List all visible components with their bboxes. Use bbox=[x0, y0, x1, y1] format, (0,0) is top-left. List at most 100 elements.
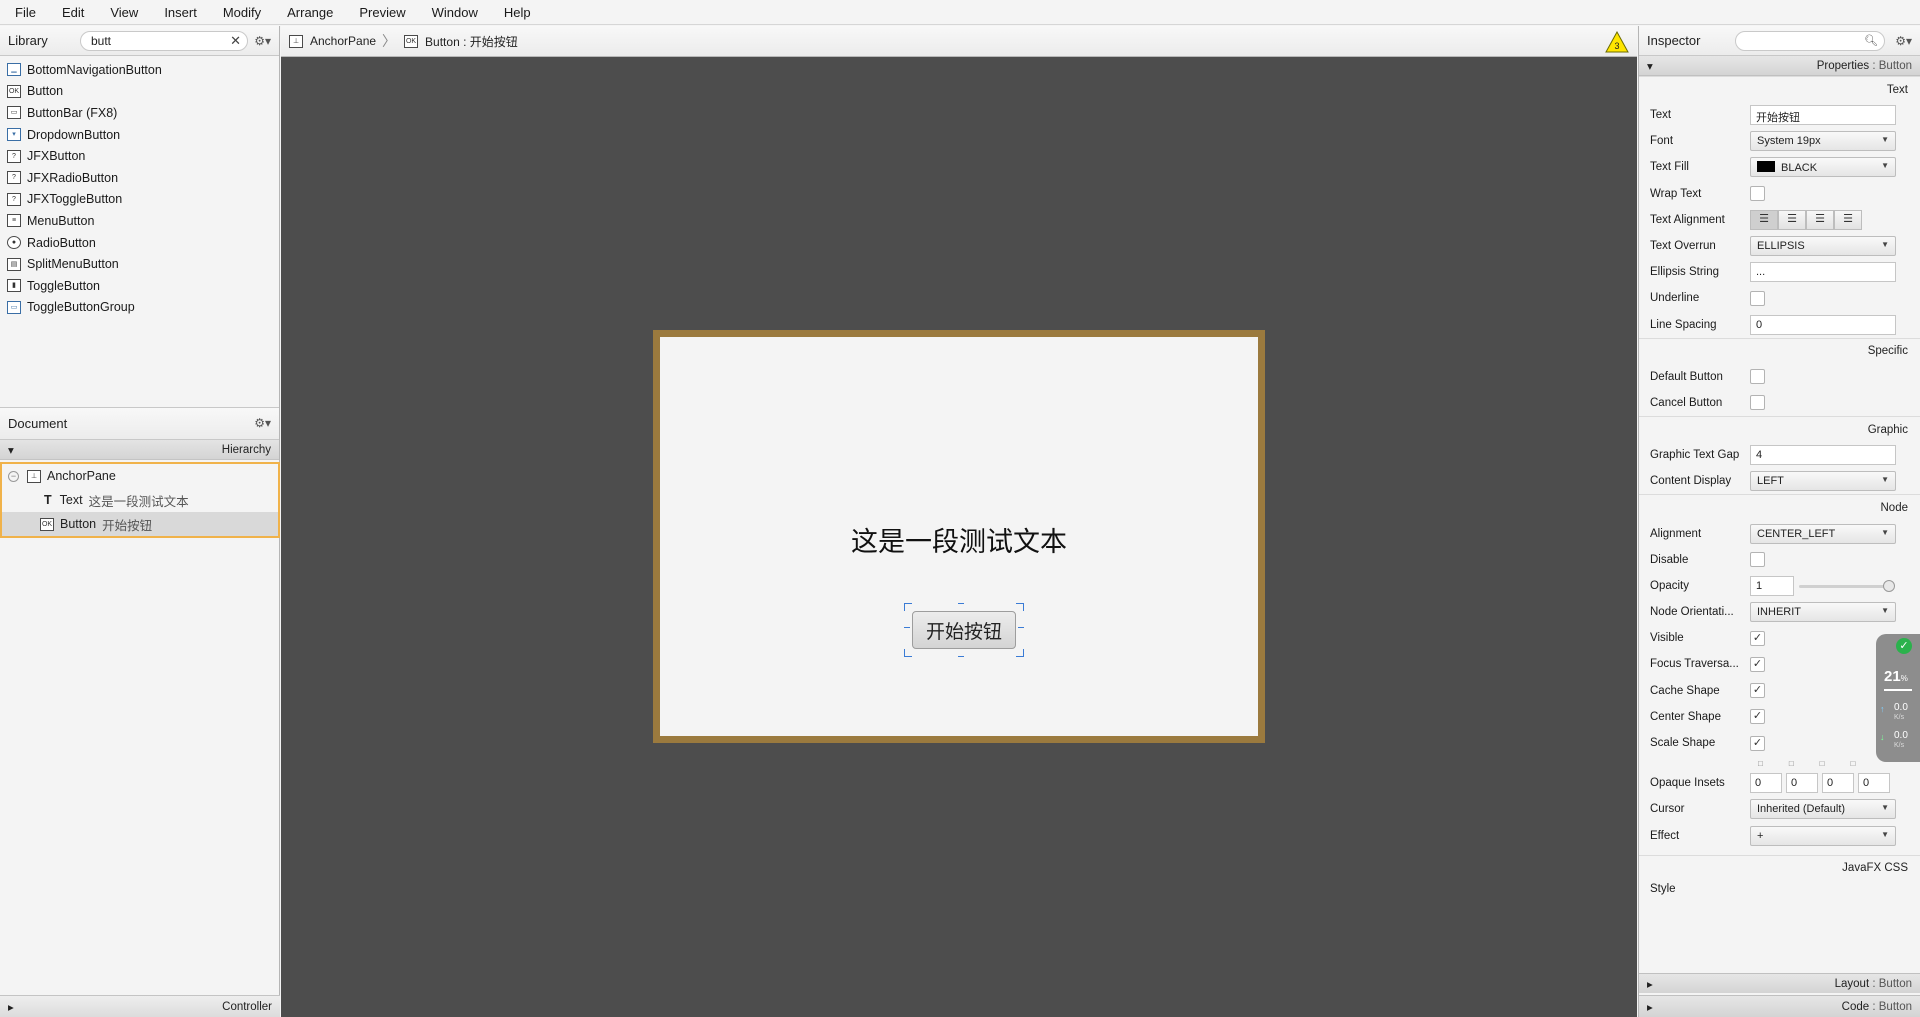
layout-bar[interactable]: ▸ Layout : Button bbox=[1639, 973, 1920, 993]
selection-handle[interactable] bbox=[904, 603, 912, 611]
center-shape-checkbox[interactable]: ✓ bbox=[1750, 709, 1765, 725]
library-item[interactable]: OK Button bbox=[0, 81, 279, 103]
inspector-gear-icon[interactable]: ⚙▾ bbox=[1895, 34, 1912, 48]
align-center-icon[interactable]: ☰ bbox=[1778, 209, 1806, 230]
radio-button-icon: ● bbox=[7, 236, 21, 250]
tree-item-button[interactable]: OK Button 开始按钮 bbox=[2, 512, 278, 536]
prop-default-button: Default Button bbox=[1639, 364, 1920, 390]
scale-shape-checkbox[interactable]: ✓ bbox=[1750, 735, 1765, 751]
code-bar[interactable]: ▸ Code : Button bbox=[1639, 995, 1920, 1017]
selection-handle[interactable] bbox=[904, 627, 910, 629]
clear-search-icon[interactable]: ✕ bbox=[230, 33, 241, 49]
document-gear-icon[interactable]: ⚙▾ bbox=[254, 416, 271, 430]
expand-triangle-icon[interactable]: ▸ bbox=[1647, 1000, 1653, 1014]
upload-unit: K/s bbox=[1894, 714, 1905, 721]
wrap-text-checkbox[interactable] bbox=[1750, 186, 1765, 202]
menu-insert[interactable]: Insert bbox=[164, 5, 197, 20]
selection-handle[interactable] bbox=[1018, 627, 1024, 629]
inspector-search-input[interactable]: 🔍︎ bbox=[1735, 31, 1885, 51]
disable-checkbox[interactable] bbox=[1750, 552, 1765, 568]
tree-item-type: Text bbox=[59, 493, 83, 507]
canvas-start-button[interactable]: 开始按钮 bbox=[912, 611, 1016, 649]
library-item[interactable]: ≡ MenuButton bbox=[0, 210, 279, 232]
node-orientation-select[interactable]: INHERIT ▼ bbox=[1750, 602, 1896, 623]
menu-window[interactable]: Window bbox=[432, 5, 478, 20]
library-item[interactable]: ▁ BottomNavigationButton bbox=[0, 59, 279, 81]
library-item[interactable]: ▭ ButtonBar (FX8) bbox=[0, 102, 279, 124]
properties-bar[interactable]: ▾ Properties : Button bbox=[1639, 56, 1920, 76]
library-item[interactable]: ? JFXToggleButton bbox=[0, 189, 279, 211]
align-justify-icon[interactable]: ☰ bbox=[1834, 209, 1862, 230]
library-item[interactable]: ▭ ToggleButtonGroup bbox=[0, 297, 279, 319]
network-monitor-widget[interactable]: ✓ 21% ↑ 0.0 K/s ↓ 0.0 K/s bbox=[1876, 634, 1920, 762]
library-item[interactable]: ● RadioButton bbox=[0, 232, 279, 254]
effect-select[interactable]: + ▼ bbox=[1750, 825, 1896, 846]
library-search-input[interactable]: butt ✕ bbox=[80, 31, 248, 51]
collapse-triangle-icon[interactable]: ▾ bbox=[1647, 59, 1653, 73]
selection-handle[interactable] bbox=[1016, 603, 1024, 611]
upload-arrow-icon: ↑ bbox=[1880, 704, 1885, 714]
prop-effect: Effect + ▼ bbox=[1639, 823, 1920, 849]
inset-top-field[interactable]: 0 bbox=[1750, 773, 1782, 794]
inset-left-field[interactable]: 0 bbox=[1858, 773, 1890, 794]
canvas-text[interactable]: 这是一段测试文本 bbox=[660, 520, 1258, 559]
inset-bottom-field[interactable]: 0 bbox=[1822, 773, 1854, 794]
collapse-icon[interactable]: − bbox=[8, 470, 19, 482]
menu-preview[interactable]: Preview bbox=[359, 5, 405, 20]
selection-handle[interactable] bbox=[904, 649, 912, 657]
library-gear-icon[interactable]: ⚙▾ bbox=[254, 34, 271, 48]
controller-bar[interactable]: ▸ Controller bbox=[0, 995, 280, 1017]
hierarchy-bar[interactable]: ▾ Hierarchy bbox=[0, 440, 279, 460]
library-item[interactable]: ▤ SplitMenuButton bbox=[0, 253, 279, 275]
prop-style: Style bbox=[1650, 882, 1676, 895]
library-item[interactable]: ? JFXRadioButton bbox=[0, 167, 279, 189]
text-overrun-select[interactable]: ELLIPSIS ▼ bbox=[1750, 236, 1896, 257]
selection-handle[interactable] bbox=[958, 651, 964, 657]
library-item[interactable]: ▾ DropdownButton bbox=[0, 124, 279, 146]
selection-handle[interactable] bbox=[958, 603, 964, 609]
menu-modify[interactable]: Modify bbox=[223, 5, 261, 20]
tree-item-text[interactable]: T Text 这是一段测试文本 bbox=[2, 488, 278, 512]
expand-triangle-icon[interactable]: ▸ bbox=[1647, 977, 1653, 991]
font-select[interactable]: System 19px ▼ bbox=[1750, 131, 1896, 152]
menu-file[interactable]: File bbox=[15, 5, 36, 20]
opacity-field[interactable]: 1 bbox=[1750, 575, 1794, 596]
focus-traversable-checkbox[interactable]: ✓ bbox=[1750, 656, 1765, 672]
cancel-button-checkbox[interactable] bbox=[1750, 395, 1765, 411]
warning-icon[interactable]: 3 bbox=[1605, 31, 1629, 53]
collapse-triangle-icon[interactable]: ▾ bbox=[8, 443, 14, 457]
library-item[interactable]: ▮ ToggleButton bbox=[0, 275, 279, 297]
chevron-down-icon: ▼ bbox=[1881, 240, 1889, 250]
text-fill-select[interactable]: BLACK ▼ bbox=[1750, 157, 1896, 178]
menu-help[interactable]: Help bbox=[504, 5, 531, 20]
content-display-select[interactable]: LEFT ▼ bbox=[1750, 471, 1896, 492]
menu-edit[interactable]: Edit bbox=[62, 5, 84, 20]
line-spacing-field[interactable]: 0 bbox=[1750, 314, 1896, 335]
chevron-down-icon: ▼ bbox=[1881, 829, 1889, 839]
library-item-label: ToggleButton bbox=[27, 278, 100, 293]
alignment-select[interactable]: CENTER_LEFT ▼ bbox=[1750, 523, 1896, 544]
selection-handle[interactable] bbox=[1016, 649, 1024, 657]
default-button-checkbox[interactable] bbox=[1750, 369, 1765, 385]
underline-checkbox[interactable] bbox=[1750, 290, 1765, 306]
graphic-text-gap-field[interactable]: 4 bbox=[1750, 445, 1896, 466]
inset-right-field[interactable]: 0 bbox=[1786, 773, 1818, 794]
library-item[interactable]: ? JFXButton bbox=[0, 145, 279, 167]
breadcrumb-current[interactable]: Button : 开始按钮 bbox=[425, 33, 518, 50]
text-field[interactable]: 开始按钮 bbox=[1750, 105, 1896, 126]
cache-shape-checkbox[interactable]: ✓ bbox=[1750, 683, 1765, 699]
breadcrumb-root[interactable]: AnchorPane bbox=[310, 34, 376, 48]
tree-item-anchorpane[interactable]: − ⊥ AnchorPane bbox=[2, 464, 278, 488]
expand-triangle-icon[interactable]: ▸ bbox=[8, 1000, 14, 1014]
visible-checkbox[interactable]: ✓ bbox=[1750, 630, 1765, 646]
opacity-slider[interactable] bbox=[1799, 579, 1895, 592]
ellipsis-string-field[interactable]: ... bbox=[1750, 262, 1896, 283]
anchor-pane-canvas[interactable]: 这是一段测试文本 开始按钮 bbox=[653, 330, 1265, 743]
cursor-select[interactable]: Inherited (Default) ▼ bbox=[1750, 799, 1896, 820]
align-right-icon[interactable]: ☰ bbox=[1806, 209, 1834, 230]
slider-knob[interactable] bbox=[1883, 579, 1895, 592]
align-left-icon[interactable]: ☰ bbox=[1750, 209, 1778, 230]
menu-view[interactable]: View bbox=[110, 5, 138, 20]
menu-arrange[interactable]: Arrange bbox=[287, 5, 333, 20]
prop-cursor: Cursor Inherited (Default) ▼ bbox=[1639, 796, 1920, 822]
